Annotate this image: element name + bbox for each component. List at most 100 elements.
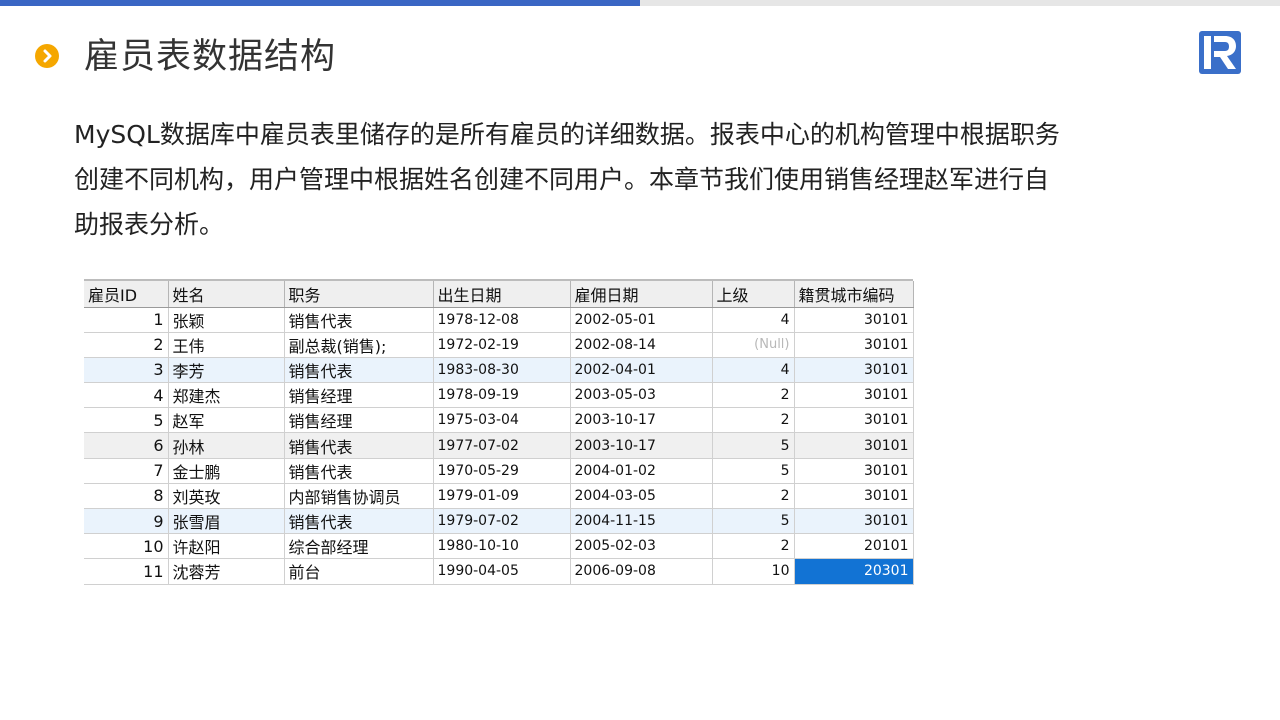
brand-logo-icon	[1199, 31, 1241, 74]
cell-manager[interactable]: 10	[712, 558, 795, 585]
cell-birth-date[interactable]: 1978-09-19	[433, 382, 571, 409]
table-row[interactable]: 1 张颖 销售代表 1978-12-08 2002-05-01 4 30101	[84, 307, 914, 333]
table-row[interactable]: 5 赵军 销售经理 1975-03-04 2003-10-17 2 30101	[84, 407, 914, 434]
cell-title[interactable]: 销售代表	[284, 458, 434, 484]
cell-name[interactable]: 王伟	[168, 332, 285, 358]
cell-name[interactable]: 张雪眉	[168, 508, 285, 535]
top-progress-bar	[0, 0, 1280, 6]
cell-hire-date[interactable]: 2002-08-14	[570, 332, 713, 358]
cell-manager[interactable]: 5	[712, 458, 795, 484]
cell-manager[interactable]: 4	[712, 357, 795, 384]
cell-id[interactable]: 2	[84, 332, 169, 358]
table-row[interactable]: 10 许赵阳 综合部经理 1980-10-10 2005-02-03 2 201…	[84, 533, 914, 560]
cell-birth-date[interactable]: 1970-05-29	[433, 458, 571, 484]
cell-city-code[interactable]: 20101	[794, 533, 914, 560]
cell-title[interactable]: 综合部经理	[284, 533, 434, 560]
cell-id[interactable]: 4	[84, 382, 169, 409]
cell-birth-date[interactable]: 1979-07-02	[433, 508, 571, 535]
cell-city-code-selected[interactable]: 20301	[794, 558, 914, 585]
cell-manager[interactable]: 2	[712, 533, 795, 560]
cell-birth-date[interactable]: 1972-02-19	[433, 332, 571, 358]
cell-hire-date[interactable]: 2003-05-03	[570, 382, 713, 409]
cell-title[interactable]: 前台	[284, 558, 434, 585]
cell-hire-date[interactable]: 2004-03-05	[570, 483, 713, 510]
column-header[interactable]: 上级	[712, 281, 795, 308]
top-progress-fill	[0, 0, 640, 6]
cell-title[interactable]: 内部销售协调员	[284, 483, 434, 510]
table-row[interactable]: 11 沈蓉芳 前台 1990-04-05 2006-09-08 10 20301	[84, 558, 914, 585]
cell-id[interactable]: 9	[84, 508, 169, 535]
cell-manager[interactable]: 5	[712, 432, 795, 459]
cell-id[interactable]: 11	[84, 558, 169, 585]
table-row[interactable]: 2 王伟 副总裁(销售); 1972-02-19 2002-08-14 (Nul…	[84, 332, 914, 358]
cell-manager[interactable]: 2	[712, 483, 795, 510]
cell-name[interactable]: 刘英玫	[168, 483, 285, 510]
cell-name[interactable]: 沈蓉芳	[168, 558, 285, 585]
cell-hire-date[interactable]: 2006-09-08	[570, 558, 713, 585]
cell-name[interactable]: 孙林	[168, 432, 285, 459]
cell-id[interactable]: 7	[84, 458, 169, 484]
cell-city-code[interactable]: 30101	[794, 458, 914, 484]
cell-hire-date[interactable]: 2003-10-17	[570, 432, 713, 459]
cell-birth-date[interactable]: 1975-03-04	[433, 407, 571, 434]
table-row[interactable]: 6 孙林 销售代表 1977-07-02 2003-10-17 5 30101	[84, 432, 914, 459]
cell-city-code[interactable]: 30101	[794, 382, 914, 409]
chevron-right-icon	[35, 44, 59, 68]
cell-manager[interactable]: (Null)	[712, 332, 795, 358]
cell-birth-date[interactable]: 1990-04-05	[433, 558, 571, 585]
cell-name[interactable]: 许赵阳	[168, 533, 285, 560]
cell-hire-date[interactable]: 2005-02-03	[570, 533, 713, 560]
cell-hire-date[interactable]: 2004-01-02	[570, 458, 713, 484]
cell-id[interactable]: 6	[84, 432, 169, 459]
cell-birth-date[interactable]: 1983-08-30	[433, 357, 571, 384]
cell-birth-date[interactable]: 1980-10-10	[433, 533, 571, 560]
table-row[interactable]: 4 郑建杰 销售经理 1978-09-19 2003-05-03 2 30101	[84, 382, 914, 409]
cell-city-code[interactable]: 30101	[794, 407, 914, 434]
cell-title[interactable]: 销售代表	[284, 508, 434, 535]
cell-id[interactable]: 10	[84, 533, 169, 560]
cell-title[interactable]: 副总裁(销售);	[284, 332, 434, 358]
cell-city-code[interactable]: 30101	[794, 483, 914, 510]
cell-hire-date[interactable]: 2003-10-17	[570, 407, 713, 434]
cell-birth-date[interactable]: 1979-01-09	[433, 483, 571, 510]
cell-name[interactable]: 李芳	[168, 357, 285, 384]
cell-name[interactable]: 郑建杰	[168, 382, 285, 409]
cell-name[interactable]: 张颖	[168, 307, 285, 333]
column-header[interactable]: 雇员ID	[84, 281, 169, 308]
column-header[interactable]: 职务	[284, 281, 434, 308]
cell-manager[interactable]: 5	[712, 508, 795, 535]
cell-city-code[interactable]: 30101	[794, 508, 914, 535]
cell-title[interactable]: 销售代表	[284, 432, 434, 459]
cell-name[interactable]: 赵军	[168, 407, 285, 434]
cell-title[interactable]: 销售经理	[284, 382, 434, 409]
cell-hire-date[interactable]: 2002-05-01	[570, 307, 713, 333]
cell-hire-date[interactable]: 2004-11-15	[570, 508, 713, 535]
column-header[interactable]: 出生日期	[433, 281, 571, 308]
cell-title[interactable]: 销售经理	[284, 407, 434, 434]
cell-manager[interactable]: 2	[712, 382, 795, 409]
cell-manager[interactable]: 4	[712, 307, 795, 333]
cell-id[interactable]: 1	[84, 307, 169, 333]
cell-name[interactable]: 金士鹏	[168, 458, 285, 484]
cell-city-code[interactable]: 30101	[794, 307, 914, 333]
cell-birth-date[interactable]: 1977-07-02	[433, 432, 571, 459]
cell-city-code[interactable]: 30101	[794, 432, 914, 459]
table-row[interactable]: 3 李芳 销售代表 1983-08-30 2002-04-01 4 30101	[84, 357, 914, 384]
cell-city-code[interactable]: 30101	[794, 357, 914, 384]
cell-id[interactable]: 3	[84, 357, 169, 384]
table-row[interactable]: 8 刘英玫 内部销售协调员 1979-01-09 2004-03-05 2 30…	[84, 483, 914, 510]
column-header[interactable]: 籍贯城市编码	[794, 281, 914, 308]
cell-title[interactable]: 销售代表	[284, 307, 434, 333]
cell-id[interactable]: 8	[84, 483, 169, 510]
table-row[interactable]: 7 金士鹏 销售代表 1970-05-29 2004-01-02 5 30101	[84, 458, 914, 484]
cell-city-code[interactable]: 30101	[794, 332, 914, 358]
table-row[interactable]: 9 张雪眉 销售代表 1979-07-02 2004-11-15 5 30101	[84, 508, 914, 535]
column-header[interactable]: 姓名	[168, 281, 285, 308]
cell-manager[interactable]: 2	[712, 407, 795, 434]
cell-hire-date[interactable]: 2002-04-01	[570, 357, 713, 384]
cell-id[interactable]: 5	[84, 407, 169, 434]
paragraph-line: MySQL数据库中雇员表里储存的是所有雇员的详细数据。报表中心的机构管理中根据职…	[74, 120, 1060, 149]
cell-title[interactable]: 销售代表	[284, 357, 434, 384]
column-header[interactable]: 雇佣日期	[570, 281, 713, 308]
cell-birth-date[interactable]: 1978-12-08	[433, 307, 571, 333]
